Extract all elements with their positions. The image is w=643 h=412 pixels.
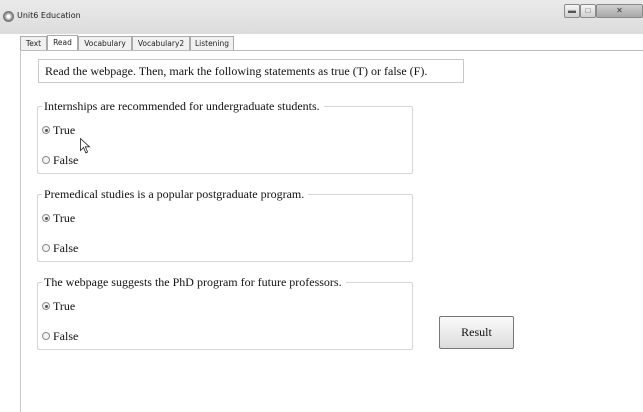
tab-panel-divider xyxy=(20,50,643,51)
question-group-3: The webpage suggests the PhD program for… xyxy=(37,275,413,350)
radio-checked-icon[interactable] xyxy=(42,214,50,222)
radio-checked-icon[interactable] xyxy=(42,302,50,310)
option-label: False xyxy=(53,241,79,255)
mouse-pointer-icon xyxy=(80,138,91,154)
app-globe-icon xyxy=(3,11,14,22)
panel-left-border xyxy=(20,50,21,412)
tab-text[interactable]: Text xyxy=(20,36,47,50)
minimize-button[interactable]: ▬ xyxy=(564,4,580,18)
question-statement: Internships are recommended for undergra… xyxy=(42,99,324,114)
question-group-2: Premedical studies is a popular postgrad… xyxy=(37,187,413,262)
window-title: Unit6 Education xyxy=(17,11,81,20)
result-button[interactable]: Result xyxy=(439,316,514,349)
option-label: False xyxy=(53,329,79,343)
option-label: True xyxy=(53,211,76,225)
question-statement: The webpage suggests the PhD program for… xyxy=(42,275,346,290)
radio-unchecked-icon[interactable] xyxy=(42,156,50,164)
radio-unchecked-icon[interactable] xyxy=(42,332,50,340)
radio-unchecked-icon[interactable] xyxy=(42,244,50,252)
close-button[interactable]: ✕ xyxy=(596,4,643,18)
window-controls: ▬ □ ✕ xyxy=(564,4,643,18)
tab-vocabulary[interactable]: Vocabulary xyxy=(78,36,132,50)
instruction-text: Read the webpage. Then, mark the followi… xyxy=(38,59,464,83)
question-group-1: Internships are recommended for undergra… xyxy=(37,99,413,174)
option-label: False xyxy=(53,153,79,167)
option-label: True xyxy=(53,123,76,137)
radio-checked-icon[interactable] xyxy=(42,126,50,134)
tab-listening[interactable]: Listening xyxy=(190,36,234,50)
maximize-button[interactable]: □ xyxy=(580,4,596,18)
tab-read[interactable]: Read xyxy=(47,35,78,51)
option-label: True xyxy=(53,299,76,313)
tab-vocabulary2[interactable]: Vocabulary2 xyxy=(132,36,190,50)
question-statement: Premedical studies is a popular postgrad… xyxy=(42,187,309,202)
title-bar: Unit6 Education ▬ □ ✕ xyxy=(0,0,643,34)
